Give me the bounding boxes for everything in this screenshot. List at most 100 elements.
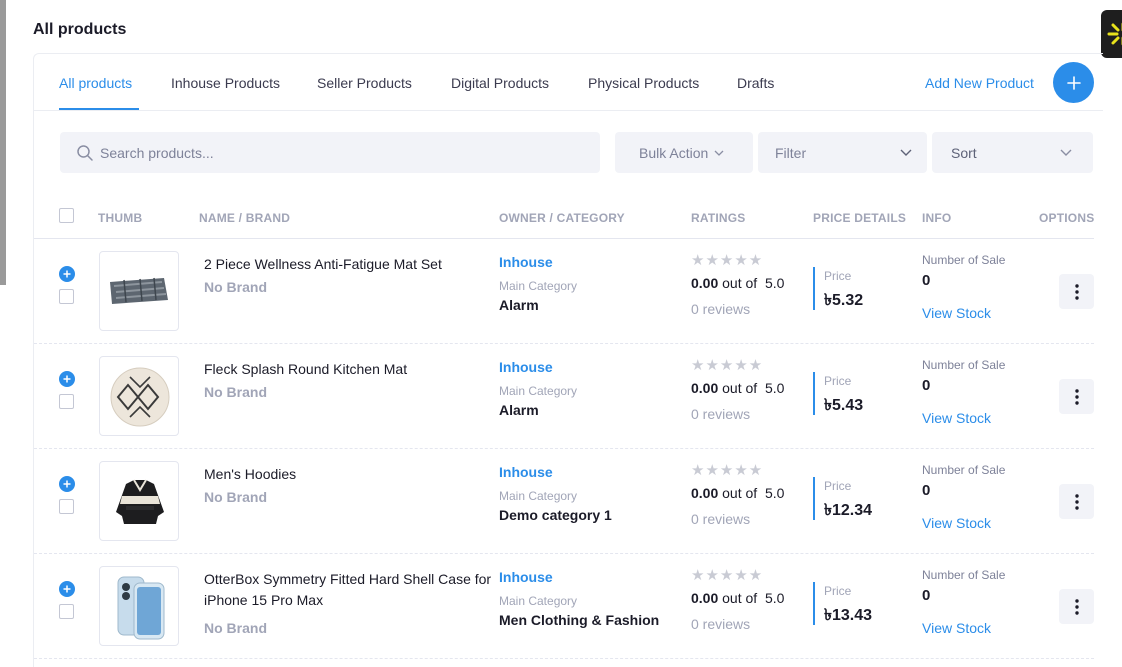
sort-dropdown[interactable]: Sort bbox=[932, 132, 1093, 173]
row-checkbox[interactable] bbox=[59, 289, 74, 304]
main-category-value: Alarm bbox=[499, 297, 539, 313]
column-header-price-details: PRICE DETAILS bbox=[813, 211, 907, 225]
bulk-action-dropdown[interactable]: Bulk Action bbox=[615, 132, 753, 173]
search-box bbox=[60, 132, 600, 173]
main-category-value: Alarm bbox=[499, 402, 539, 418]
product-thumbnail[interactable] bbox=[99, 461, 179, 541]
rating-value: 0.00 bbox=[691, 275, 719, 291]
row-options-button[interactable] bbox=[1059, 274, 1094, 309]
price-label: Price bbox=[824, 584, 852, 598]
price-accent-bar bbox=[813, 477, 815, 520]
view-stock-link[interactable]: View Stock bbox=[922, 305, 991, 321]
phone-case-image bbox=[117, 576, 165, 640]
sparkle-icon bbox=[1107, 22, 1122, 46]
add-new-product-button[interactable] bbox=[1053, 62, 1094, 103]
row-options-button[interactable] bbox=[1059, 589, 1094, 624]
product-name[interactable]: Fleck Splash Round Kitchen Mat bbox=[204, 359, 494, 380]
kebab-menu-icon bbox=[1074, 388, 1079, 405]
page-title: All products bbox=[33, 21, 127, 38]
page-scrollbar[interactable] bbox=[0, 0, 6, 285]
chevron-down-icon bbox=[1060, 149, 1072, 156]
view-stock-link[interactable]: View Stock bbox=[922, 515, 991, 531]
product-owner[interactable]: Inhouse bbox=[499, 569, 553, 585]
help-widget-button[interactable] bbox=[1101, 10, 1122, 58]
plus-icon bbox=[63, 480, 71, 488]
product-thumbnail[interactable] bbox=[99, 251, 179, 331]
row-checkbox[interactable] bbox=[59, 394, 74, 409]
filter-label: Filter bbox=[775, 144, 807, 161]
rating-max: 5.0 bbox=[764, 590, 785, 606]
number-of-sale-label: Number of Sale bbox=[922, 358, 1006, 372]
number-of-sale-label: Number of Sale bbox=[922, 568, 1006, 582]
kebab-menu-icon bbox=[1074, 283, 1079, 300]
chevron-down-icon bbox=[900, 149, 912, 156]
product-name[interactable]: Men's Hoodies bbox=[204, 464, 494, 485]
plus-icon bbox=[63, 270, 71, 278]
search-input[interactable] bbox=[100, 144, 580, 161]
rating-value: 0.00 bbox=[691, 590, 719, 606]
sort-label: Sort bbox=[951, 144, 977, 161]
main-category-label: Main Category bbox=[499, 594, 578, 608]
product-thumbnail[interactable] bbox=[99, 566, 179, 646]
expand-row-button[interactable] bbox=[59, 371, 75, 387]
add-new-product-link[interactable]: Add New Product bbox=[925, 75, 1034, 91]
plus-icon bbox=[63, 585, 71, 593]
column-header-thumb: THUMB bbox=[98, 211, 143, 225]
product-tabs: All products Inhouse Products Seller Pro… bbox=[34, 54, 1103, 111]
filter-dropdown[interactable]: Filter bbox=[758, 132, 927, 173]
main-category-value: Men Clothing & Fashion bbox=[499, 612, 660, 628]
rating-value: 0.00 bbox=[691, 380, 719, 396]
number-of-sale-value: 0 bbox=[922, 482, 931, 499]
price-accent-bar bbox=[813, 582, 815, 625]
expand-row-button[interactable] bbox=[59, 476, 75, 492]
product-thumbnail[interactable] bbox=[99, 356, 179, 436]
products-card: All products Inhouse Products Seller Pro… bbox=[33, 53, 1103, 667]
main-category-value: Demo category 1 bbox=[499, 507, 612, 523]
row-checkbox[interactable] bbox=[59, 499, 74, 514]
expand-row-button[interactable] bbox=[59, 266, 75, 282]
column-header-owner-category: OWNER / CATEGORY bbox=[499, 211, 625, 225]
product-brand: No Brand bbox=[204, 489, 267, 505]
rating-out-of: out of bbox=[722, 590, 758, 606]
product-owner[interactable]: Inhouse bbox=[499, 254, 553, 270]
column-header-name-brand: NAME / BRAND bbox=[199, 211, 291, 225]
rating-value: 0.00 bbox=[691, 485, 719, 501]
view-stock-link[interactable]: View Stock bbox=[922, 620, 991, 636]
product-brand: No Brand bbox=[204, 279, 267, 295]
select-all-checkbox[interactable] bbox=[59, 208, 74, 223]
rating-max: 5.0 bbox=[764, 380, 785, 396]
column-header-info: INFO bbox=[922, 211, 952, 225]
tab-drafts[interactable]: Drafts bbox=[737, 75, 774, 91]
product-owner[interactable]: Inhouse bbox=[499, 464, 553, 480]
row-checkbox[interactable] bbox=[59, 604, 74, 619]
view-stock-link[interactable]: View Stock bbox=[922, 410, 991, 426]
kebab-menu-icon bbox=[1074, 493, 1079, 510]
product-name[interactable]: OtterBox Symmetry Fitted Hard Shell Case… bbox=[204, 569, 494, 611]
rating-text: 0.00 out of 5.0 bbox=[691, 590, 784, 606]
tab-seller-products[interactable]: Seller Products bbox=[317, 75, 412, 91]
bulk-action-label: Bulk Action bbox=[639, 144, 709, 161]
tab-digital-products[interactable]: Digital Products bbox=[451, 75, 549, 91]
table-row: Men's Hoodies No Brand Inhouse Main Cate… bbox=[34, 449, 1094, 554]
table-row: OtterBox Symmetry Fitted Hard Shell Case… bbox=[34, 554, 1094, 659]
tab-inhouse-products[interactable]: Inhouse Products bbox=[171, 75, 280, 91]
tab-physical-products[interactable]: Physical Products bbox=[588, 75, 699, 91]
product-brand: No Brand bbox=[204, 384, 267, 400]
main-category-label: Main Category bbox=[499, 384, 578, 398]
tab-all-products[interactable]: All products bbox=[59, 75, 132, 91]
rating-stars-icon: ★★★★★ bbox=[691, 462, 764, 479]
plus-icon bbox=[63, 375, 71, 383]
number-of-sale-label: Number of Sale bbox=[922, 463, 1006, 477]
product-name[interactable]: 2 Piece Wellness Anti-Fatigue Mat Set bbox=[204, 254, 494, 275]
price-value: ৳13.43 bbox=[824, 607, 873, 624]
active-tab-indicator bbox=[59, 108, 139, 110]
product-owner[interactable]: Inhouse bbox=[499, 359, 553, 375]
kebab-menu-icon bbox=[1074, 598, 1079, 615]
rating-max: 5.0 bbox=[764, 275, 785, 291]
expand-row-button[interactable] bbox=[59, 581, 75, 597]
rating-max: 5.0 bbox=[764, 485, 785, 501]
rating-out-of: out of bbox=[722, 275, 758, 291]
row-options-button[interactable] bbox=[1059, 379, 1094, 414]
row-options-button[interactable] bbox=[1059, 484, 1094, 519]
number-of-sale-value: 0 bbox=[922, 272, 931, 289]
